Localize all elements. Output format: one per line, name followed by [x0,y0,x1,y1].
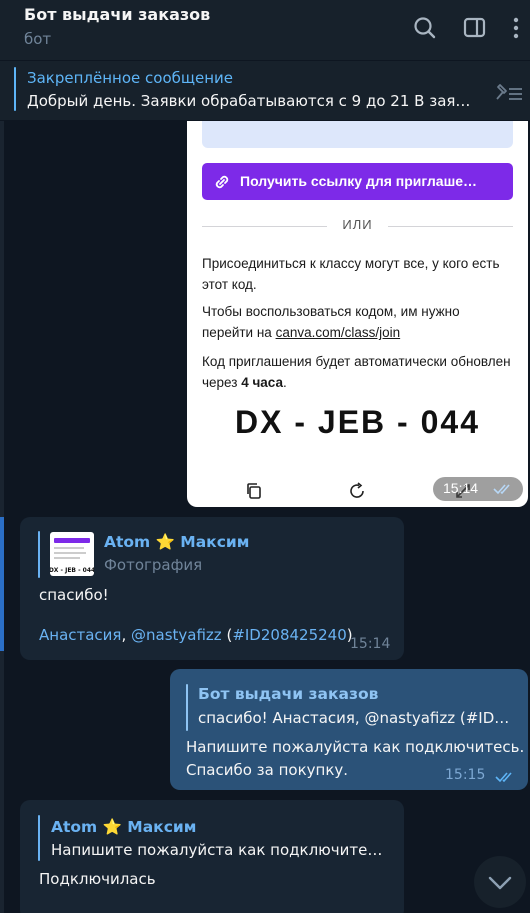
invite-button-label: Получить ссылку для приглаше… [240,173,478,189]
chat-header: Бот выдачи заказов бот [0,0,530,60]
or-label: ИЛИ [342,217,373,232]
chat-subtitle: бот [24,30,52,48]
message-text: Подключилась [39,870,156,888]
search-icon[interactable] [411,14,439,42]
chevron-down-icon [488,876,512,890]
mention-name-link[interactable]: Анастасия [39,626,121,644]
message-time: 15:14 [350,636,391,652]
reply-quote[interactable]: Atom ⭐️ Максим Напишите пожалуйста как п… [38,815,390,863]
pinned-text: Добрый день. Заявки обрабатываются с 9 д… [27,92,472,110]
photo-paragraph-2: Чтобы воспользоваться кодом, им нужно пе… [202,304,460,340]
message-text: спасибо! [39,586,109,604]
reply-author: Бот выдачи заказов [198,685,379,703]
reply-subtitle: Фотография [104,556,203,574]
message-list[interactable]: Получить ссылку для приглаше… ИЛИ Присое… [0,121,530,913]
message-mentions: Анастасия, @nastyafizz (#ID208425240) [39,626,353,644]
photo-timestamp: 15:14 [433,477,523,501]
reply-author: Atom ⭐️ Максим [51,818,197,836]
chat-title[interactable]: Бот выдачи заказов [24,5,210,24]
reply-text: спасибо! Анастасия, @nastyafizz (#ID2… [198,709,510,727]
incoming-message[interactable]: Atom ⭐️ Максим Напишите пожалуйста как п… [20,800,404,913]
pin-list-icon[interactable] [494,81,524,105]
get-invite-link-button: Получить ссылку для приглаше… [202,163,513,200]
message-time: 15:15 [445,767,486,783]
more-vertical-icon[interactable] [506,14,526,42]
refresh-icon [350,482,364,498]
reply-quote[interactable]: Бот выдачи заказов спасибо! Анастасия, @… [186,684,512,732]
scroll-to-bottom-button[interactable] [474,856,526,908]
message-text-line-1: Напишите пожалуйста как подключитесь. [186,738,525,756]
canva-link-text: canva.com/class/join [275,325,401,340]
reply-author: Atom ⭐️ Максим [104,533,250,551]
message-text-line-2: Спасибо за покупку. [186,761,349,779]
pinned-label: Закреплённое сообщение [27,69,234,87]
mention-username-link[interactable]: @nastyafizz [131,626,222,644]
or-divider: ИЛИ [202,217,513,235]
incoming-message[interactable]: DX - JEB - 044 Atom ⭐️ Максим Фотография… [20,517,404,660]
sidebar-toggle-icon[interactable] [461,14,489,42]
photo-message[interactable]: Получить ссылку для приглаше… ИЛИ Присое… [187,121,528,507]
read-checks-icon [495,772,512,783]
outgoing-message[interactable]: Бот выдачи заказов спасибо! Анастасия, @… [170,669,528,790]
pinned-message-bar[interactable]: Закреплённое сообщение Добрый день. Заяв… [0,60,530,120]
invite-code: DX - JEB - 044 [235,404,480,440]
photo-paragraph-3: Код приглашения будет автоматически обно… [202,354,511,390]
pinned-indicator [14,67,16,111]
photo-top-element [202,121,513,148]
link-icon [215,175,229,189]
copy-icon [247,483,261,499]
photo-paragraph-1: Присоединиться к классу могут все, у ког… [202,256,500,292]
read-checks-icon [493,484,510,495]
reply-text: Напишите пожалуйста как подключитесь… [51,841,387,859]
hashtag-link[interactable]: #ID208425240 [232,626,346,644]
reply-quote[interactable]: DX - JEB - 044 Atom ⭐️ Максим Фотография [38,531,378,579]
svg-text:DX - JEB - 044: DX - JEB - 044 [50,567,94,574]
reply-thumbnail: DX - JEB - 044 [50,532,94,576]
selected-message-indicator [0,517,4,651]
